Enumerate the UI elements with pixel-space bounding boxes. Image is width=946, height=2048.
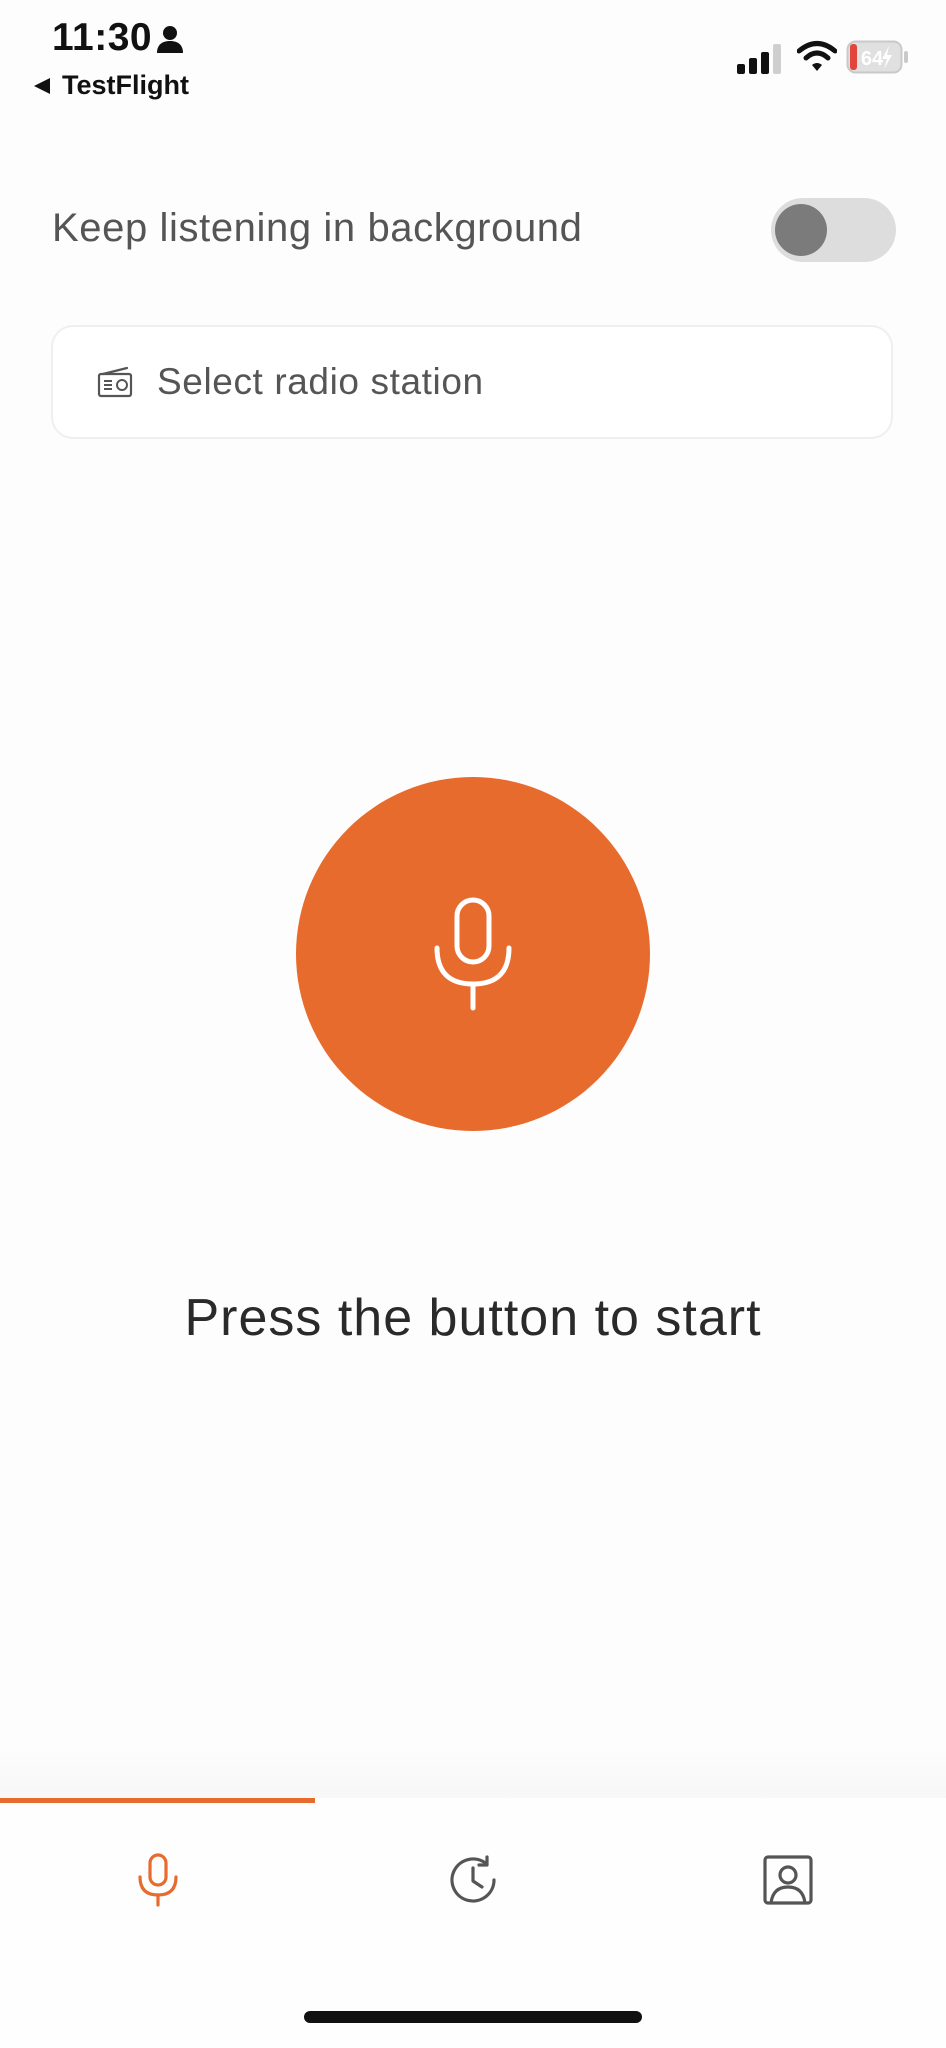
status-time: 11:30 (52, 16, 153, 59)
back-app-label: TestFlight (62, 70, 189, 100)
select-radio-station-button[interactable]: Select radio station (51, 325, 893, 439)
battery-charging-icon: 64 (846, 40, 908, 74)
tab-history[interactable] (315, 1800, 630, 1960)
profile-icon (762, 1855, 813, 1905)
tab-profile[interactable] (630, 1800, 945, 1960)
bottom-nav-shadow (0, 1740, 946, 1800)
tab-listen[interactable] (0, 1800, 315, 1960)
back-to-app-button[interactable]: TestFlight (32, 70, 189, 101)
microphone-icon (434, 897, 512, 1011)
background-listening-label: Keep listening in background (52, 206, 583, 250)
microphone-icon (137, 1853, 178, 1907)
select-radio-station-label: Select radio station (157, 361, 484, 402)
start-listening-button[interactable] (296, 777, 650, 1131)
wifi-icon (797, 41, 837, 71)
history-icon (449, 1855, 496, 1903)
home-indicator (304, 2011, 642, 2023)
start-prompt: Press the button to start (184, 1289, 762, 1347)
background-listening-toggle[interactable] (771, 198, 896, 262)
radio-icon (97, 366, 133, 398)
cellular-signal-icon (737, 44, 781, 74)
person-icon (157, 26, 183, 53)
battery-level: 64 (861, 48, 884, 70)
back-arrow-icon (34, 77, 50, 94)
toggle-knob (775, 204, 827, 256)
